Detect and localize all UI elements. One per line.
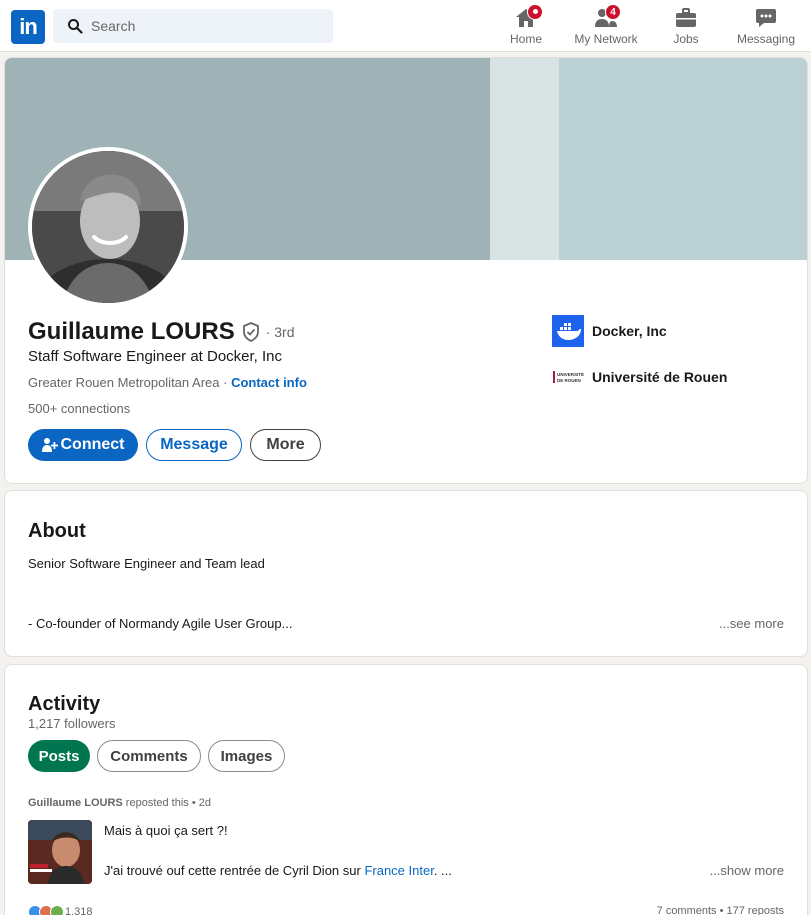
linkedin-logo[interactable]: in — [11, 10, 45, 44]
tab-posts[interactable]: Posts — [28, 740, 90, 772]
home-notification-dot — [527, 4, 543, 20]
contact-info-link[interactable]: Contact info — [231, 375, 307, 390]
see-more-link[interactable]: ...see more — [719, 616, 784, 631]
top-nav: in Home 4 My Network — [0, 0, 811, 52]
connections-count[interactable]: 500+ connections — [28, 401, 130, 416]
post-stats[interactable]: 7 comments • 177 reposts — [657, 905, 784, 915]
about-title: About — [28, 520, 86, 542]
nav-label-home: Home — [509, 32, 542, 46]
post-thumbnail[interactable] — [28, 820, 92, 884]
nav-label-my-network: My Network — [574, 32, 638, 46]
reaction-icons — [28, 905, 64, 915]
post-text-line1: Mais à quoi ça sert ?! — [104, 823, 228, 838]
briefcase-icon — [676, 8, 696, 27]
post-text-prefix: J'ai trouvé ouf cette rentrée de Cyril D… — [104, 863, 365, 878]
org-docker[interactable]: Docker, Inc — [552, 315, 667, 347]
about-text-line2: - Co-founder of Normandy Agile User Grou… — [28, 616, 293, 631]
verified-shield-icon[interactable] — [242, 322, 260, 342]
nav-jobs[interactable]: Jobs — [666, 4, 706, 48]
followers-count: 1,217 followers — [28, 716, 116, 731]
show-more-link[interactable]: ...show more — [710, 863, 784, 878]
universite-rouen-logo: UNIVERSITÉ DE ROUEN — [552, 361, 584, 393]
reactions-count: 1,318 — [65, 906, 93, 915]
nav-home[interactable]: Home — [505, 4, 547, 48]
svg-text:UNIVERSITÉ: UNIVERSITÉ — [557, 370, 584, 377]
nav-label-messaging: Messaging — [736, 32, 796, 46]
nav-my-network[interactable]: 4 My Network — [569, 4, 643, 48]
profile-headline: Staff Software Engineer at Docker, Inc — [28, 348, 283, 365]
about-text-line1: Senior Software Engineer and Team lead — [28, 556, 265, 571]
profile-location: Greater Rouen Metropolitan Area — [28, 375, 220, 390]
svg-text:DE ROUEN: DE ROUEN — [557, 378, 581, 383]
location-row: Greater Rouen Metropolitan Area · Contac… — [28, 375, 307, 390]
messaging-icon — [756, 9, 776, 27]
about-card: About Senior Software Engineer and Team … — [4, 490, 808, 657]
activity-title: Activity — [28, 693, 101, 715]
message-button[interactable]: Message — [146, 429, 242, 461]
repost-meta: Guillaume LOURS reposted this • 2d — [28, 797, 211, 809]
post-author[interactable]: Guillaume LOURS — [28, 797, 123, 809]
location-separator: · — [219, 375, 232, 390]
connection-degree: · 3rd — [265, 324, 295, 340]
france-inter-link[interactable]: France Inter — [364, 863, 433, 878]
profile-name: Guillaume LOURS — [28, 318, 235, 345]
org-universite-rouen[interactable]: UNIVERSITÉ DE ROUEN Université de Rouen — [552, 361, 727, 393]
more-button[interactable]: More — [250, 429, 321, 461]
org-universite-rouen-name: Université de Rouen — [592, 369, 728, 385]
tab-comments[interactable]: Comments — [97, 740, 201, 772]
reactions-row[interactable]: 1,318 — [28, 905, 93, 915]
celebrate-icon — [50, 905, 64, 915]
repost-info: reposted this • 2d — [122, 797, 211, 809]
network-badge: 4 — [605, 4, 621, 20]
profile-card: Guillaume LOURS · 3rd Staff Software Eng… — [4, 57, 808, 484]
docker-logo — [552, 315, 584, 347]
org-docker-name: Docker, Inc — [592, 323, 667, 339]
connect-button[interactable]: Connect — [28, 429, 138, 461]
profile-avatar[interactable] — [28, 147, 188, 307]
search-bar[interactable] — [53, 9, 333, 43]
search-input[interactable] — [91, 9, 321, 43]
nav-messaging[interactable]: Messaging — [734, 4, 798, 48]
search-icon — [68, 19, 83, 34]
add-person-icon — [41, 438, 58, 452]
connect-label: Connect — [60, 436, 125, 453]
post-text-suffix: . ... — [433, 863, 452, 878]
nav-label-jobs: Jobs — [673, 32, 699, 46]
activity-card: Activity 1,217 followers Posts Comments … — [4, 664, 808, 915]
post-text-line2: J'ai trouvé ouf cette rentrée de Cyril D… — [104, 863, 452, 878]
tab-images[interactable]: Images — [208, 740, 285, 772]
